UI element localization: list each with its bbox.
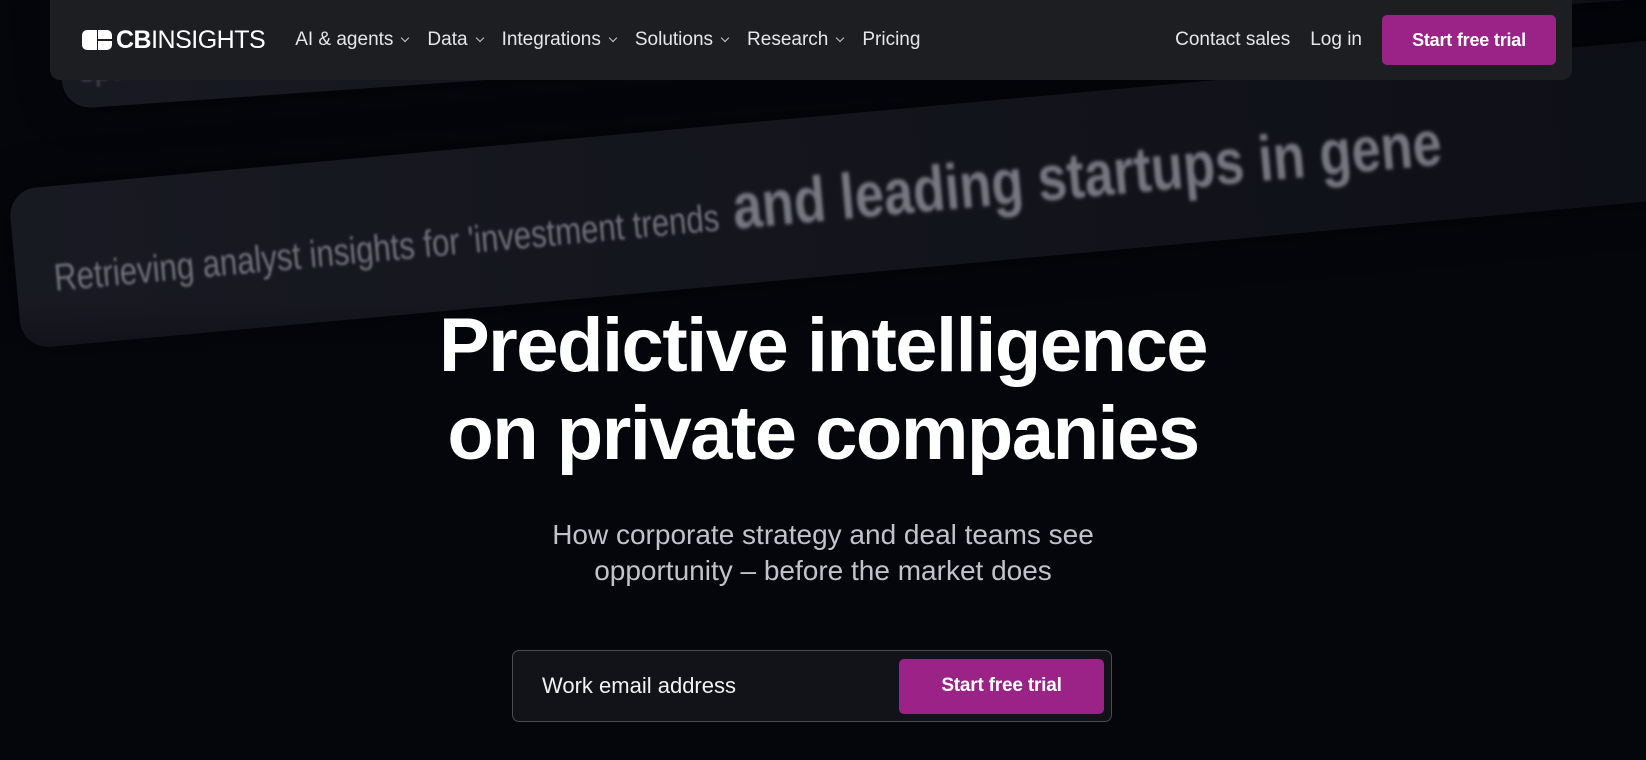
nav-item-solutions[interactable]: Solutions: [634, 29, 730, 51]
nav-item-label: Integrations: [501, 29, 601, 50]
signup-form: Start free trial: [512, 650, 1112, 722]
chevron-down-icon: [720, 33, 730, 43]
top-navbar: CBINSIGHTS AI & agents Data Integrations…: [50, 0, 1572, 80]
logo-wordmark-cb: CB: [116, 25, 152, 54]
chevron-down-icon: [401, 33, 410, 43]
logo-wordmark: CBINSIGHTS: [116, 25, 266, 55]
nav-item-label: Pricing: [862, 29, 921, 50]
nav-item-label: Solutions: [634, 29, 714, 50]
hero-subtitle: How corporate strategy and deal teams se…: [0, 517, 1646, 589]
hero-title-line-2: on private companies: [447, 391, 1200, 476]
nav-item-data[interactable]: Data: [427, 29, 484, 51]
log-in-link[interactable]: Log in: [1310, 29, 1362, 51]
nav-start-free-trial-button[interactable]: Start free trial: [1382, 15, 1556, 65]
nav-item-integrations[interactable]: Integrations: [501, 29, 618, 51]
hero-title-line-1: Predictive intelligence: [438, 303, 1209, 388]
contact-sales-link[interactable]: Contact sales: [1175, 29, 1290, 51]
nav-item-pricing[interactable]: Pricing: [862, 29, 920, 51]
logo-wordmark-insights: INSIGHTS: [151, 25, 266, 54]
work-email-input[interactable]: [540, 672, 899, 700]
chevron-down-icon: [608, 33, 618, 43]
chevron-down-icon: [475, 33, 484, 43]
nav-item-label: Data: [427, 29, 468, 50]
chevron-down-icon: [836, 33, 845, 43]
hero-subtitle-line-2: opportunity – before the market does: [594, 555, 1052, 586]
hero-title: Predictive intelligence on private compa…: [0, 302, 1646, 478]
cb-insights-logo[interactable]: CBINSIGHTS: [82, 25, 266, 55]
nav-item-ai-agents[interactable]: AI & agents: [295, 29, 410, 51]
main-nav: AI & agents Data Integrations Solutions …: [295, 29, 939, 51]
nav-item-label: AI & agents: [295, 29, 394, 50]
nav-item-research[interactable]: Research: [747, 29, 845, 51]
hero-subtitle-line-1: How corporate strategy and deal teams se…: [552, 519, 1094, 550]
cb-insights-logo-icon: [82, 30, 112, 50]
hero-start-free-trial-button[interactable]: Start free trial: [899, 658, 1104, 714]
nav-item-label: Research: [747, 29, 829, 50]
